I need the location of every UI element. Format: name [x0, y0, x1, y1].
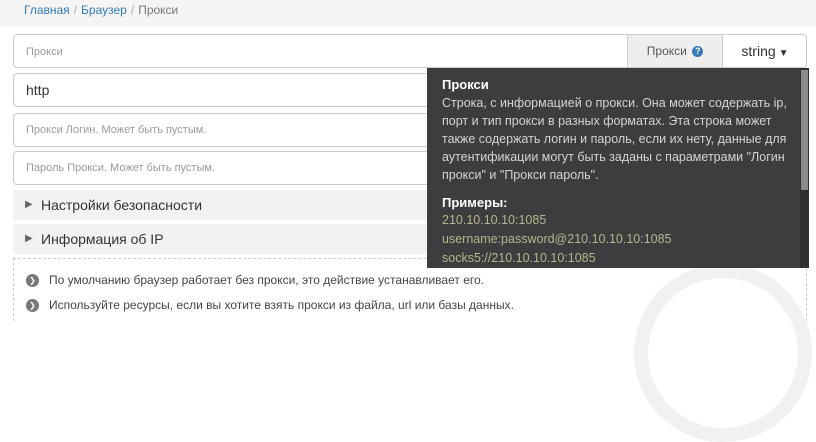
chevron-right-icon: ▶ [25, 199, 33, 210]
tooltip-examples-title: Примеры: [442, 195, 508, 210]
proxy-addon: Прокси ? [627, 35, 722, 67]
info-line: ❯ Используйте ресурсы, если вы хотите взя… [26, 297, 514, 313]
breadcrumb-separator: / [130, 3, 135, 17]
arrow-circle-icon: ❯ [26, 274, 39, 288]
question-circle-icon[interactable]: ? [692, 46, 704, 58]
info-text: Используйте ресурсы, если вы хотите взят… [49, 298, 514, 312]
tooltip-scrollbar[interactable] [800, 68, 809, 268]
breadcrumb-separator: / [73, 3, 78, 17]
caret-down-icon: ▼ [778, 48, 789, 59]
ip-info-toggle[interactable]: ▶ Информация об IP [13, 224, 443, 254]
tooltip-body: Строка, с информацией о прокси. Она може… [442, 96, 787, 182]
security-settings-label: Настройки безопасности [41, 197, 203, 213]
arrow-circle-icon: ❯ [26, 299, 39, 313]
chevron-right-icon: ▶ [25, 233, 33, 244]
tooltip-title: Прокси [442, 77, 489, 92]
protocol-input[interactable]: http [13, 73, 443, 107]
proxy-password-placeholder: Пароль Прокси. Может быть пустым. [26, 162, 215, 174]
proxy-login-input[interactable]: Прокси Логин. Может быть пустым. [13, 113, 443, 147]
type-select[interactable]: string ▼ [722, 35, 807, 67]
breadcrumb: Главная / Браузер / Прокси [0, 0, 816, 26]
info-text: По умолчанию браузер работает без прокси… [49, 273, 484, 287]
tooltip-example: socks5://210.10.10.10:1085 [442, 251, 596, 265]
proxy-input-placeholder: Прокси [26, 46, 63, 58]
proxy-login-placeholder: Прокси Логин. Может быть пустым. [26, 124, 207, 136]
breadcrumb-current: Прокси [138, 3, 179, 17]
tooltip-example: username:password@210.10.10.10:1085 [442, 232, 672, 246]
proxy-help-tooltip: Прокси Строка, с информацией о прокси. О… [427, 68, 809, 268]
info-watermark-icon [634, 264, 812, 442]
ip-info-label: Информация об IP [41, 231, 164, 247]
proxy-input[interactable]: Прокси Прокси ? string ▼ [13, 34, 807, 68]
type-select-value: string [741, 43, 776, 59]
proxy-password-input[interactable]: Пароль Прокси. Может быть пустым. [13, 151, 443, 185]
tooltip-example: 210.10.10.10:1085 [442, 213, 547, 227]
breadcrumb-home[interactable]: Главная [24, 3, 70, 17]
proxy-addon-label: Прокси [646, 44, 687, 58]
security-settings-toggle[interactable]: ▶ Настройки безопасности [13, 190, 443, 220]
breadcrumb-browser[interactable]: Браузер [81, 3, 127, 17]
tooltip-scrollbar-thumb[interactable] [801, 70, 808, 190]
protocol-input-value: http [26, 82, 50, 98]
info-line: ❯ По умолчанию браузер работает без прокс… [26, 272, 484, 288]
